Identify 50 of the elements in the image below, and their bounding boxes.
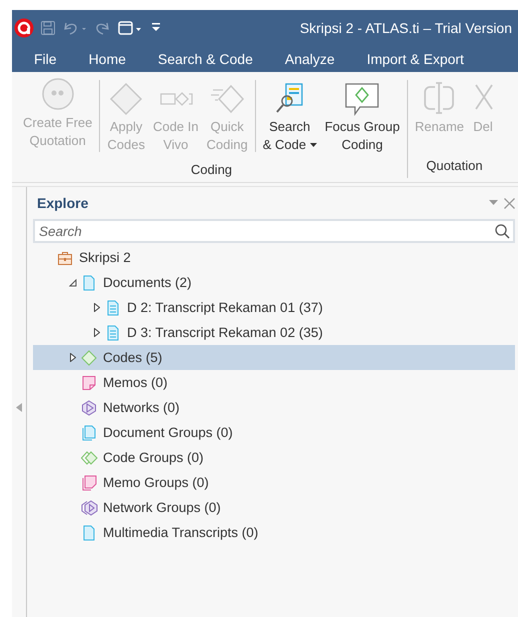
panel-title: Explore — [37, 195, 88, 211]
collapsed-arrow-icon[interactable] — [94, 328, 100, 337]
tree-item[interactable]: Documents (2) — [33, 270, 515, 295]
tree-item[interactable]: Networks (0) — [33, 395, 515, 420]
quote-icon — [40, 77, 76, 111]
menu-tab[interactable]: Search & Code — [148, 48, 263, 70]
app-logo-icon[interactable] — [14, 18, 34, 38]
network-stack-icon — [81, 500, 98, 516]
ribbon-button[interactable]: Search & Code — [260, 80, 320, 152]
tree-item[interactable]: Codes (5) — [33, 345, 515, 370]
menu-tab[interactable]: Home — [78, 48, 136, 70]
collapsed-arrow-icon[interactable] — [94, 303, 100, 312]
search-icon[interactable] — [495, 224, 510, 239]
tree-item[interactable]: Network Groups (0) — [33, 495, 515, 520]
tree-item[interactable]: D 3: Transcript Rekaman 02 (35) — [33, 320, 515, 345]
document-icon — [81, 524, 97, 540]
ribbon-button[interactable]: Focus Group Coding — [322, 80, 403, 152]
collapsed-arrow-icon[interactable] — [70, 353, 76, 362]
briefcase-icon — [57, 250, 73, 266]
save-icon[interactable] — [40, 20, 56, 36]
tree-item[interactable]: Code Groups (0) — [33, 445, 515, 470]
quick-coding-icon — [209, 82, 246, 116]
tree-item[interactable]: Multimedia Transcripts (0) — [33, 520, 515, 545]
document-stack-icon — [81, 424, 97, 440]
expanded-arrow-icon[interactable] — [69, 278, 77, 286]
group-label: Quotation — [426, 157, 483, 175]
tree-item[interactable]: Memo Groups (0) — [33, 470, 515, 495]
memo-stack-icon — [81, 474, 97, 490]
window-title: Skripsi 2 - ATLAS.ti – Trial Version — [300, 20, 512, 36]
tree-item[interactable]: Memos (0) — [33, 370, 515, 395]
search-field[interactable]: Search — [33, 219, 515, 243]
memo-icon — [81, 374, 97, 390]
tree-item[interactable]: D 2: Transcript Rekaman 01 (37) — [33, 295, 515, 320]
document-icon — [105, 300, 121, 316]
diamond-icon — [108, 82, 144, 116]
menu-tab[interactable]: File — [24, 48, 67, 70]
network-icon — [81, 400, 97, 416]
window-icon[interactable] — [118, 20, 144, 36]
document-icon — [81, 274, 97, 290]
diamond-stack-icon — [81, 450, 98, 466]
speech-bubble-icon — [344, 82, 380, 116]
diamond-icon — [81, 350, 97, 366]
menu-tab[interactable]: Import & Export — [356, 48, 474, 70]
dropdown-icon[interactable] — [489, 200, 498, 206]
document-icon — [105, 324, 121, 340]
tree-item[interactable]: Skripsi 2 — [33, 245, 515, 270]
group-label: Coding — [190, 161, 232, 179]
tree-item[interactable]: Document Groups (0) — [33, 420, 515, 445]
close-icon[interactable] — [504, 198, 515, 208]
menu-tab[interactable]: Analyze — [274, 48, 345, 70]
